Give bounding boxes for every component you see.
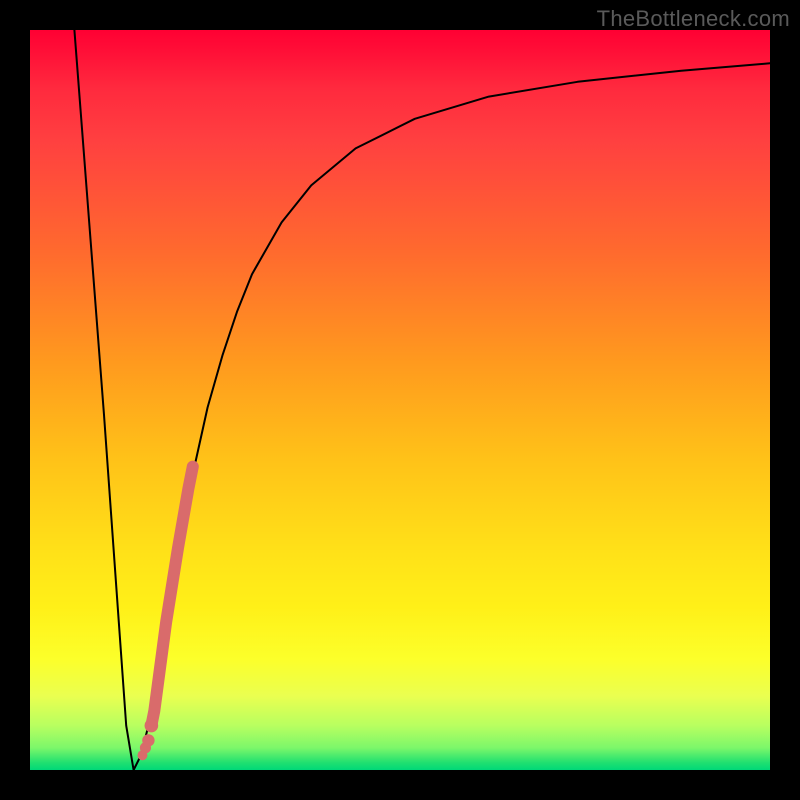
highlight-stroke [151, 467, 192, 726]
highlight-markers [137, 467, 192, 761]
watermark-text: TheBottleneck.com [597, 6, 790, 32]
curve-svg [30, 30, 770, 770]
highlight-dot [142, 734, 154, 746]
highlight-dot [145, 719, 159, 733]
plot-area [30, 30, 770, 770]
bottleneck-curve [74, 30, 770, 770]
chart-frame: TheBottleneck.com [0, 0, 800, 800]
